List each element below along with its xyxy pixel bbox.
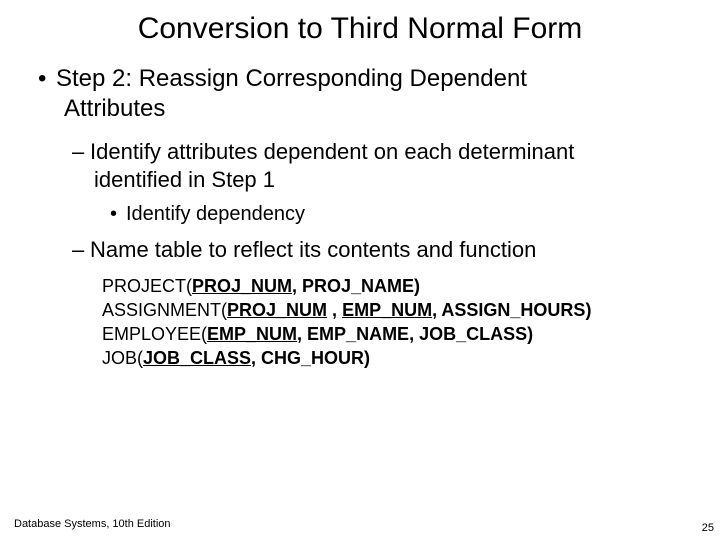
schema-prefix: EMPLOYEE( (102, 324, 207, 344)
schema-job: JOB(JOB_CLASS, CHG_HOUR) (102, 346, 690, 370)
schema-block: PROJECT(PROJ_NUM, PROJ_NAME) ASSIGNMENT(… (102, 274, 690, 371)
subbullet-identify-attrs: –Identify attributes dependent on each d… (72, 138, 690, 193)
sub1a-text: Identify dependency (126, 203, 305, 225)
schema-project: PROJECT(PROJ_NUM, PROJ_NAME) (102, 274, 690, 298)
schema-key: EMP_NUM (207, 324, 297, 344)
sub1-line1: Identify attributes dependent on each de… (90, 139, 574, 164)
schema-prefix: PROJECT( (102, 276, 192, 296)
schema-rest: , EMP_NAME, JOB_CLASS) (297, 324, 533, 344)
schema-rest: , CHG_HOUR) (251, 348, 370, 368)
bullet-step2: •Step 2: Reassign Corresponding Dependen… (38, 64, 690, 124)
subbullet-name-table: –Name table to reflect its contents and … (72, 236, 690, 264)
page-number: 25 (702, 522, 714, 534)
schema-rest: , PROJ_NAME) (292, 276, 420, 296)
schema-assignment: ASSIGNMENT(PROJ_NUM , EMP_NUM, ASSIGN_HO… (102, 298, 690, 322)
footer-source: Database Systems, 10th Edition (14, 518, 171, 530)
slide-title: Conversion to Third Normal Form (30, 12, 690, 46)
schema-prefix: JOB( (102, 348, 143, 368)
schema-rest: , ASSIGN_HOURS) (432, 300, 591, 320)
schema-key: PROJ_NUM (192, 276, 292, 296)
sub1-line2: identified in Step 1 (94, 166, 690, 194)
bullet-dot-icon: • (110, 203, 126, 226)
schema-prefix: ASSIGNMENT( (102, 300, 227, 320)
schema-key2: EMP_NUM (342, 300, 432, 320)
schema-employee: EMPLOYEE(EMP_NUM, EMP_NAME, JOB_CLASS) (102, 322, 690, 346)
schema-sep: , (327, 300, 342, 320)
subsub-identify-dependency: •Identify dependency (110, 203, 690, 226)
schema-key: JOB_CLASS (143, 348, 251, 368)
step2-line2: Attributes (64, 94, 690, 124)
dash-icon: – (72, 138, 90, 166)
sub2-text: Name table to reflect its contents and f… (90, 237, 536, 262)
dash-icon: – (72, 236, 90, 264)
schema-key: PROJ_NUM (227, 300, 327, 320)
bullet-dot-icon: • (38, 64, 56, 94)
step2-line1: Step 2: Reassign Corresponding Dependent (56, 65, 527, 92)
